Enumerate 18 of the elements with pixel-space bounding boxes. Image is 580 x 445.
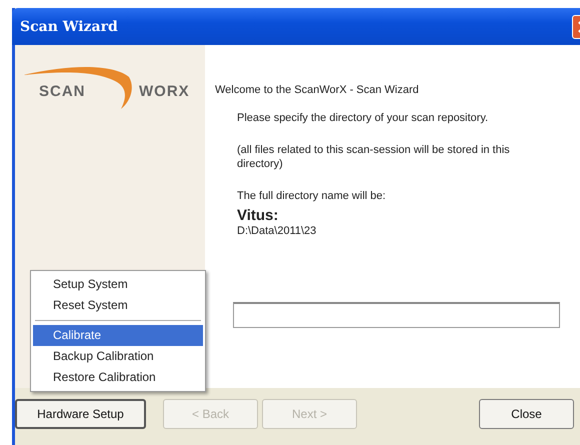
name-text: Vitus: — [237, 208, 280, 224]
close-dialog-button[interactable]: Close — [479, 398, 574, 428]
instruction-text: Please specify the directory of your scan repository. — [237, 111, 490, 125]
swoosh-icon — [23, 65, 135, 109]
logo-text: WORX — [139, 83, 190, 100]
directory-label: The full directory name will be: — [237, 189, 387, 203]
path-text: D:\Data\2011\23 — [237, 224, 318, 238]
logo-text: SCAN — [39, 83, 86, 100]
welcome-text: Welcome to the ScanWorX - Scan Wizard — [215, 83, 420, 97]
menu-item[interactable]: Backup Calibration — [33, 346, 203, 367]
menu-item[interactable]: Reset System — [33, 295, 203, 316]
menu-item[interactable]: Restore Calibration — [33, 367, 203, 388]
menu-item[interactable]: Calibrate — [33, 325, 203, 346]
directory-field[interactable] — [233, 302, 560, 328]
window-title: Scan Wizard — [20, 18, 118, 34]
hardware-setup-button[interactable]: Hardware Setup — [15, 398, 146, 428]
note-text: (all files related to this scan-session will be stored in this directory) — [237, 143, 511, 171]
menu-item[interactable]: Setup System — [33, 274, 203, 295]
